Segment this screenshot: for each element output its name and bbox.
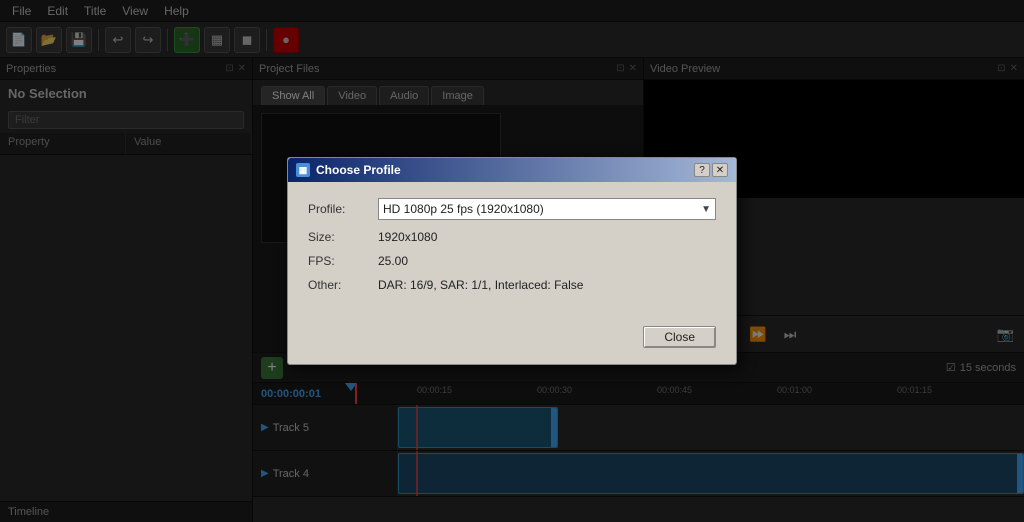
choose-profile-dialog: ▦ Choose Profile ? ✕ Profile: HD 1080p 2… [287,157,737,365]
modal-title-left: ▦ Choose Profile [296,163,401,177]
modal-title-icon: ▦ [296,163,310,177]
modal-fps-value: 25.00 [378,254,408,268]
modal-body: Profile: HD 1080p 25 fps (1920x1080) ▼ S… [288,182,736,318]
modal-size-value: 1920x1080 [378,230,437,244]
modal-footer: Close [288,318,736,364]
modal-close-button[interactable]: Close [643,326,716,348]
modal-other-row: Other: DAR: 16/9, SAR: 1/1, Interlaced: … [308,278,716,292]
modal-other-label: Other: [308,278,378,292]
modal-close-titlebar-button[interactable]: ✕ [712,163,728,177]
modal-profile-select[interactable]: HD 1080p 25 fps (1920x1080) ▼ [378,198,716,220]
modal-size-row: Size: 1920x1080 [308,230,716,244]
modal-size-label: Size: [308,230,378,244]
modal-fps-label: FPS: [308,254,378,268]
modal-fps-row: FPS: 25.00 [308,254,716,268]
modal-profile-row: Profile: HD 1080p 25 fps (1920x1080) ▼ [308,198,716,220]
modal-profile-value: HD 1080p 25 fps (1920x1080) [383,202,544,216]
modal-select-arrow-icon: ▼ [701,204,711,215]
modal-profile-label: Profile: [308,202,378,216]
modal-other-value: DAR: 16/9, SAR: 1/1, Interlaced: False [378,278,583,292]
modal-title: Choose Profile [316,163,401,177]
modal-titlebar: ▦ Choose Profile ? ✕ [288,158,736,182]
modal-help-button[interactable]: ? [694,163,710,177]
modal-overlay: ▦ Choose Profile ? ✕ Profile: HD 1080p 2… [0,0,1024,522]
modal-titlebar-buttons: ? ✕ [694,163,728,177]
